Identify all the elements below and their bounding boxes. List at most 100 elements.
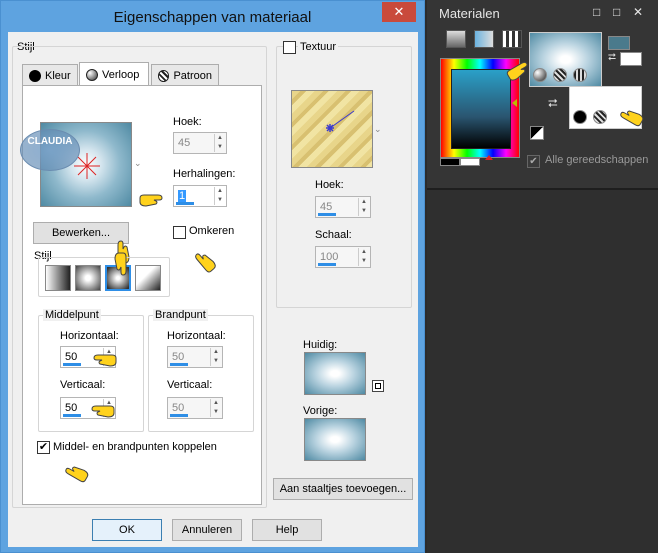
brand-horizontaal-spinner[interactable]: 50 ▲ ▼ — [167, 346, 223, 368]
fill-color-swatch[interactable] — [620, 52, 642, 66]
help-button[interactable]: Help — [252, 519, 322, 541]
koppelen-checkbox[interactable]: ✔ — [37, 441, 50, 454]
rectangular-style-button[interactable] — [75, 265, 101, 291]
omkeren-label: Omkeren — [189, 225, 235, 237]
hoek-value: 45 — [178, 137, 191, 149]
tab-label: Patroon — [173, 69, 212, 82]
aan-staaltjes-button[interactable]: Aan staaltjes toevoegen... — [273, 478, 413, 500]
koppelen-label: Middel- en brandpunten koppelen — [53, 441, 217, 453]
brand-verticaal-label: Verticaal: — [167, 379, 213, 391]
hue-marker-icon — [485, 155, 493, 160]
brand-verticaal-spinner[interactable]: 50 ▲ ▼ — [167, 397, 223, 419]
brand-horizontaal-label: Horizontaal: — [167, 330, 226, 342]
pattern-globe-icon — [158, 69, 170, 82]
texture-preview[interactable] — [291, 90, 373, 168]
pointing-hand-icon — [93, 354, 117, 367]
herhalingen-value[interactable]: 1 — [178, 190, 187, 202]
close-icon[interactable]: ✕ — [382, 2, 416, 22]
palette-title: Materialen — [439, 6, 500, 21]
texture-hoek-spinner[interactable]: 45 ▲ ▼ — [315, 196, 371, 218]
maximize-icon[interactable]: □ — [613, 5, 620, 19]
linear-style-button[interactable] — [45, 265, 71, 291]
brandpunt-label: Brandpunt — [153, 309, 208, 321]
texture-schaal-label: Schaal: — [315, 229, 352, 241]
value-bar — [63, 414, 81, 417]
value-bar — [170, 363, 188, 366]
gradient-icon[interactable] — [474, 30, 494, 48]
spin-arrows[interactable]: ▲▼ — [358, 248, 369, 266]
color-square[interactable] — [451, 69, 511, 149]
swap-materials-icon[interactable]: ⮂ — [548, 96, 558, 111]
middelpunt-label: Middelpunt — [43, 309, 101, 321]
spin-arrows[interactable]: ▲▼ — [214, 134, 225, 152]
texture-angle-icon — [326, 110, 355, 132]
pointing-hand-icon — [114, 252, 127, 276]
chevron-down-icon[interactable]: ⌄ — [134, 158, 142, 169]
pattern-mode-icon[interactable] — [573, 68, 587, 82]
dialog-title: Eigenschappen van materiaal — [113, 9, 312, 26]
textuur-checkbox[interactable] — [283, 41, 296, 54]
watermark-logo: CLAUDIA — [20, 129, 80, 171]
close-icon[interactable]: ✕ — [633, 5, 643, 19]
tab-patroon[interactable]: Patroon — [151, 64, 219, 86]
swatches-icon[interactable] — [502, 30, 522, 48]
frame-icon[interactable] — [446, 30, 466, 48]
omkeren-checkbox[interactable] — [173, 226, 186, 239]
mid-v-value[interactable]: 50 — [65, 402, 77, 414]
pointing-hand-icon — [91, 405, 115, 418]
material-properties-dialog: Eigenschappen van materiaal ✕ Stijl Kleu… — [0, 0, 425, 553]
black-swatch[interactable] — [440, 158, 460, 166]
tab-label: Verloop — [102, 68, 140, 81]
all-tools-label: Alle gereedschappen — [545, 154, 649, 166]
spin-arrows[interactable]: ▲▼ — [210, 399, 221, 417]
texture-schaal-spinner[interactable]: 100 ▲ ▼ — [315, 246, 371, 268]
mid-h-value[interactable]: 50 — [65, 351, 77, 363]
tab-label: Kleur — [45, 69, 71, 82]
mid-horizontaal-label: Horizontaal: — [60, 330, 119, 342]
textuur-label: Textuur — [298, 41, 339, 53]
all-tools-checkbox[interactable]: ✔ — [527, 155, 540, 168]
annuleren-button[interactable]: Annuleren — [172, 519, 242, 541]
texture-mode-icon[interactable] — [593, 110, 607, 124]
reset-colors-icon[interactable] — [530, 126, 544, 140]
pointing-hand-icon — [139, 194, 163, 207]
swatch-options-icon[interactable] — [372, 380, 384, 392]
dialog-client: Stijl Kleur Verloop Patroon ⌄ CLAUDIA Ho… — [8, 32, 418, 547]
huidig-label: Huidig: — [303, 339, 338, 351]
ok-button[interactable]: OK — [92, 519, 162, 541]
white-swatch[interactable] — [460, 158, 480, 166]
herhalingen-label: Herhalingen: — [173, 168, 236, 180]
brand-h-value: 50 — [172, 351, 185, 363]
hoek-label: Hoek: — [173, 116, 202, 128]
mid-verticaal-label: Verticaal: — [60, 379, 106, 391]
spin-arrows[interactable]: ▲▼ — [214, 187, 225, 205]
gradient-circle-icon — [86, 68, 98, 81]
dialog-titlebar[interactable]: Eigenschappen van materiaal ✕ — [1, 1, 424, 33]
herhalingen-spinner[interactable]: 1 ▲ ▼ — [173, 185, 227, 207]
tab-kleur[interactable]: Kleur — [22, 64, 78, 86]
hoek-spinner[interactable]: 45 ▲ ▼ — [173, 132, 227, 154]
palette-panel: Materialen □ □ ✕ ⮂ ⮂ ✔ Alle gereedschapp… — [427, 0, 658, 190]
texture-mode-icon[interactable] — [553, 68, 567, 82]
value-bar — [318, 263, 336, 266]
stroke-color-swatch[interactable] — [608, 36, 630, 50]
solid-mode-icon[interactable] — [573, 110, 587, 124]
texture-hoek-value: 45 — [320, 201, 333, 213]
tab-verloop[interactable]: Verloop — [79, 62, 149, 86]
texture-schaal-value: 100 — [320, 251, 339, 263]
lightness-marker-icon — [512, 99, 517, 107]
value-bar — [318, 213, 336, 216]
brand-v-value: 50 — [172, 402, 185, 414]
chevron-down-icon[interactable]: ⌄ — [374, 124, 382, 135]
minimize-icon[interactable]: □ — [593, 5, 600, 19]
circle-filled-icon — [29, 69, 41, 82]
vorige-swatch[interactable] — [304, 418, 366, 461]
spin-arrows[interactable]: ▲▼ — [358, 198, 369, 216]
radial-style-button[interactable] — [135, 265, 161, 291]
huidig-swatch — [304, 352, 366, 395]
value-bar — [170, 414, 188, 417]
spin-arrows[interactable]: ▲▼ — [210, 348, 221, 366]
textuur-group — [276, 46, 412, 308]
value-bar — [176, 202, 194, 205]
swap-icon[interactable]: ⮂ — [608, 52, 616, 63]
